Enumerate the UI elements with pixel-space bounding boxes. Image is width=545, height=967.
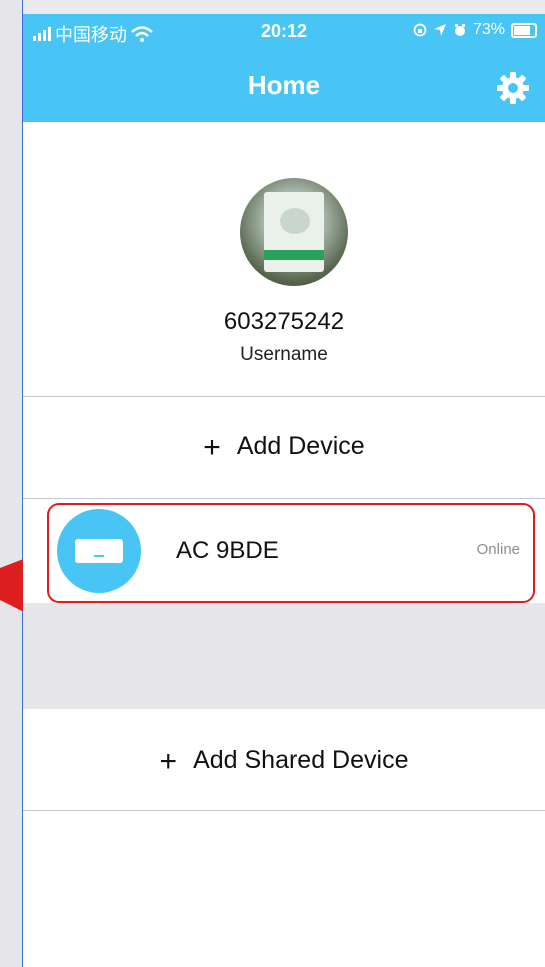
status-bar: 中国移动 20:12 73% (23, 14, 545, 52)
plus-icon: + (203, 431, 221, 464)
alarm-icon (454, 24, 465, 36)
phone-screen: 中国移动 20:12 73% Home 603275242 Username +… (23, 14, 545, 967)
add-shared-device-button[interactable]: + Add Shared Device (23, 709, 545, 810)
gear-icon[interactable] (495, 70, 531, 106)
add-shared-device-label: Add Shared Device (193, 746, 409, 774)
avatar[interactable] (240, 178, 348, 286)
username-label: Username (240, 344, 328, 365)
app-header: 中国移动 20:12 73% Home (23, 14, 545, 122)
location-icon (433, 24, 446, 36)
add-device-label: Add Device (236, 432, 365, 460)
plus-icon: + (159, 745, 178, 778)
air-conditioner-icon (57, 509, 141, 593)
battery-percent: 73% (472, 21, 505, 38)
user-id: 603275242 (223, 308, 345, 335)
battery-icon (511, 22, 537, 38)
lock-rotation-icon (413, 23, 427, 37)
profile-section: 603275242 Username (23, 122, 545, 396)
section-separator (23, 603, 545, 709)
background-panel (0, 0, 23, 967)
device-name: AC 9BDE (176, 537, 279, 564)
device-list-item[interactable]: AC 9BDE Online (23, 499, 545, 603)
device-status: Online (476, 541, 520, 558)
status-indicators: 73% (413, 21, 537, 39)
add-device-button[interactable]: + Add Device (23, 396, 545, 498)
page-title: Home (247, 70, 321, 100)
divider (23, 810, 545, 811)
